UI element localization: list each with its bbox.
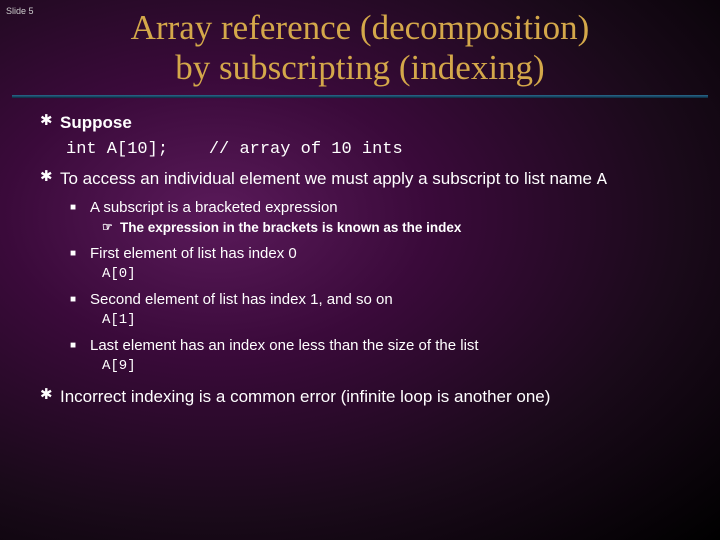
sub-bullet-text: Second element of list has index 1, and … — [90, 291, 694, 310]
bullet-incorrect: ✱ Incorrect indexing is a common error (… — [40, 386, 694, 407]
sub-bullet-last: ■ Last element has an index one less tha… — [70, 337, 694, 356]
bullet-text: Suppose — [60, 112, 694, 133]
bullet-text: Incorrect indexing is a common error (in… — [60, 386, 694, 407]
sub-bullet-text: First element of list has index 0 — [90, 245, 694, 264]
square-icon: ■ — [70, 291, 90, 310]
code-comment: // array of 10 ints — [209, 140, 403, 159]
bullet-text: To access an individual element we must … — [60, 168, 694, 191]
square-icon: ■ — [70, 245, 90, 264]
star-icon: ✱ — [40, 112, 60, 133]
subsub-bullet-index: ☞ The expression in the brackets is know… — [102, 220, 694, 237]
star-icon: ✱ — [40, 386, 60, 407]
star-icon: ✱ — [40, 168, 60, 191]
title-line-1: Array reference (decomposition) — [131, 8, 590, 47]
bullet-suppose: ✱ Suppose — [40, 112, 694, 133]
title-underline — [12, 95, 708, 98]
title-line-2: by subscripting (indexing) — [175, 48, 544, 87]
inline-code-a: A — [597, 171, 607, 190]
code-a9: A[9] — [102, 358, 694, 376]
square-icon: ■ — [70, 199, 90, 218]
code-declaration: int A[10]; // array of 10 ints — [66, 139, 694, 160]
hand-icon: ☞ — [102, 220, 120, 237]
subsub-bullet-text: The expression in the brackets is known … — [120, 220, 694, 237]
code-a1: A[1] — [102, 312, 694, 330]
sub-bullet-text: Last element has an index one less than … — [90, 337, 694, 356]
slide-number: Slide 5 — [6, 6, 34, 16]
content-area: ✱ Suppose int A[10]; // array of 10 ints… — [0, 112, 720, 407]
slide-title: Array reference (decomposition) by subsc… — [0, 0, 720, 95]
bullet-text-pre: To access an individual element we must … — [60, 169, 597, 188]
bullet-access: ✱ To access an individual element we mus… — [40, 168, 694, 191]
sub-bullet-subscript: ■ A subscript is a bracketed expression — [70, 199, 694, 218]
bullet-text-strong: Suppose — [60, 113, 132, 132]
sub-bullet-first: ■ First element of list has index 0 — [70, 245, 694, 264]
sub-bullet-second: ■ Second element of list has index 1, an… — [70, 291, 694, 310]
code-decl: int A[10]; — [66, 140, 168, 159]
code-a0: A[0] — [102, 266, 694, 284]
square-icon: ■ — [70, 337, 90, 356]
title-underline-wrap — [0, 95, 720, 112]
sub-bullet-text: A subscript is a bracketed expression — [90, 199, 694, 218]
